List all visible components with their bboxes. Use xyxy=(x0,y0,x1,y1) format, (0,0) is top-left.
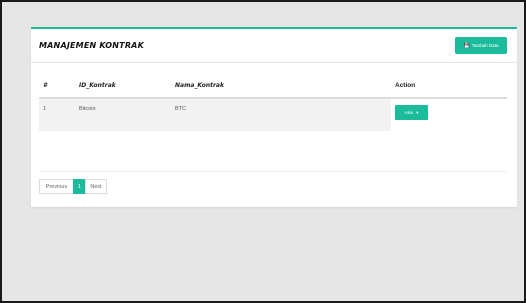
header-number: # xyxy=(39,74,75,99)
floppy-icon: 💾 xyxy=(463,42,470,49)
cell-id-kontrak: Bitcoin xyxy=(75,98,171,131)
table-row: 1 Bitcoin BTC Aksi ▾ xyxy=(39,98,507,131)
header-nama-kontrak: Nama_Kontrak xyxy=(171,74,391,99)
table-header-row: # ID_Kontrak Nama_Kontrak Action xyxy=(39,74,507,99)
action-dropdown-label: Aksi xyxy=(404,110,414,115)
divider xyxy=(39,171,507,172)
cell-nama-kontrak: BTC xyxy=(171,98,391,131)
pagination-previous[interactable]: Previous xyxy=(39,179,74,194)
action-dropdown-button[interactable]: Aksi ▾ xyxy=(395,105,428,120)
content-panel: MANAJEMEN KONTRAK 💾 Tambah Data # ID_Kon… xyxy=(31,27,517,207)
add-data-label: Tambah Data xyxy=(471,43,499,48)
header-action: Action xyxy=(391,74,507,99)
add-data-button[interactable]: 💾 Tambah Data xyxy=(455,37,507,54)
pagination-next[interactable]: Next xyxy=(85,179,107,194)
cell-number: 1 xyxy=(39,98,75,131)
pagination: Previous 1 Next xyxy=(39,179,107,194)
header-id-kontrak: ID_Kontrak xyxy=(75,74,171,99)
caret-down-icon: ▾ xyxy=(416,109,419,115)
panel-header: MANAJEMEN KONTRAK 💾 Tambah Data xyxy=(31,29,517,63)
page-title: MANAJEMEN KONTRAK xyxy=(39,41,144,50)
contracts-table: # ID_Kontrak Nama_Kontrak Action 1 Bitco… xyxy=(39,74,507,131)
cell-action: Aksi ▾ xyxy=(391,98,507,131)
